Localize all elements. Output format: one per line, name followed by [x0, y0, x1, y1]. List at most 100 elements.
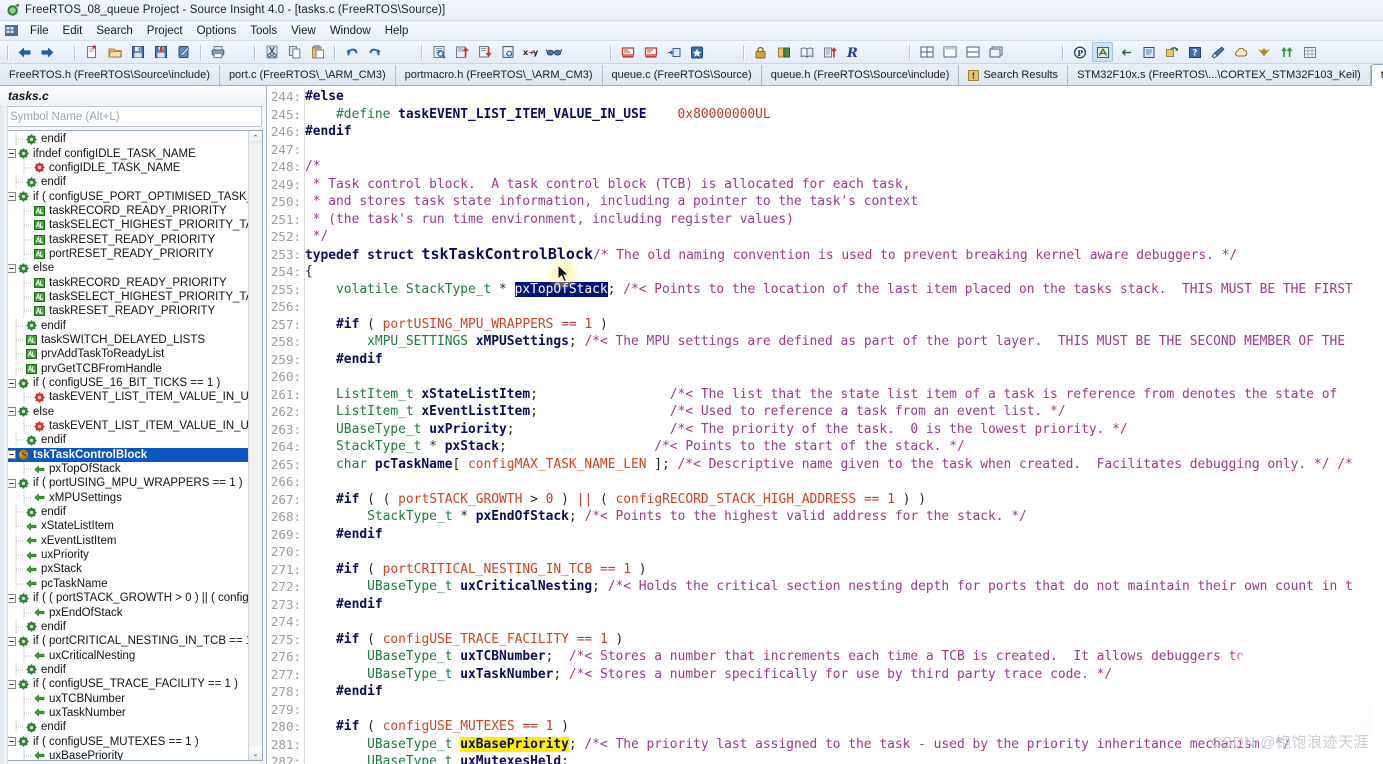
symbol-tree-item[interactable]: endif — [4, 662, 249, 677]
symbol-tree-item[interactable]: endif — [4, 619, 249, 634]
symbol-tree-item[interactable]: uxPriority — [4, 548, 249, 563]
symbol-tree-item[interactable]: if ( configUSE_TRACE_FACILITY == 1 ) — [4, 677, 249, 691]
search-files-button[interactable] — [497, 42, 518, 62]
code-line[interactable] — [305, 543, 1383, 561]
file-tab-search-results[interactable]: ! Search Results — [959, 65, 1069, 85]
menu-item-tools[interactable]: Tools — [243, 24, 284, 38]
code-editor[interactable]: 244: 245: 246: 247: 248: 249: 250: 251: 252: 253:… — [267, 86, 1383, 764]
save-all-button[interactable] — [150, 42, 171, 62]
symbol-tree-item[interactable]: pxStack — [4, 562, 249, 577]
symbol-tree-item[interactable]: pcTaskName — [4, 576, 249, 591]
single-window-button[interactable] — [939, 42, 960, 62]
indent-button[interactable] — [663, 42, 684, 62]
printer-button[interactable] — [207, 42, 228, 62]
copy-button[interactable] — [284, 42, 305, 62]
code-line[interactable]: #if ( portCRITICAL_NESTING_IN_TCB == 1 ) — [305, 561, 1383, 579]
menu-item-edit[interactable]: Edit — [56, 24, 90, 38]
file-tab-stm32f10x-s[interactable]: STM32F10x.s (FreeRTOS\...\CORTEX_STM32F1… — [1068, 65, 1371, 85]
code-line[interactable]: #if ( ( portSTACK_GROWTH > 0 ) || ( conf… — [305, 491, 1383, 509]
code-line[interactable] — [305, 473, 1383, 491]
code-line[interactable]: #endif — [305, 351, 1383, 369]
lock-button[interactable] — [750, 42, 771, 62]
symbol-tree-item-selected[interactable]: StskTaskControlBlock — [4, 447, 249, 462]
search-in-file-button[interactable] — [428, 42, 449, 62]
symbol-tree-item[interactable]: taskRESET_READY_PRIORITY — [4, 304, 249, 319]
code-line[interactable]: #endif — [305, 596, 1383, 614]
code-line[interactable] — [305, 298, 1383, 316]
cloud-button[interactable] — [1230, 42, 1251, 62]
code-line[interactable]: #if ( portUSING_MPU_WRAPPERS == 1 ) — [305, 316, 1383, 334]
symbol-tree-item[interactable]: uxBasePriority — [4, 748, 249, 760]
symbol-tree-item[interactable]: prvAddTaskToReadyList — [4, 347, 249, 362]
context-window-button[interactable] — [1138, 42, 1159, 62]
symbol-tree-item[interactable]: ifndef configIDLE_TASK_NAME — [4, 146, 249, 160]
code-line[interactable]: UBaseType_t uxCriticalNesting; /*< Holds… — [305, 578, 1383, 596]
code-line[interactable]: ListItem_t xStateListItem; /*< The list … — [305, 386, 1383, 404]
menu-item-options[interactable]: Options — [190, 24, 244, 38]
menu-bar[interactable]: File Edit Search Project Options Tools V… — [0, 21, 1383, 41]
table-grid-button[interactable] — [1299, 42, 1320, 62]
code-line[interactable]: char pcTaskName[ configMAX_TASK_NAME_LEN… — [305, 456, 1383, 474]
code-line[interactable]: #if ( configUSE_TRACE_FACILITY == 1 ) — [305, 631, 1383, 649]
symbol-tree-item[interactable]: if ( portUSING_MPU_WRAPPERS == 1 ) — [4, 476, 249, 490]
code-text-area[interactable]: #else #define taskEVENT_LIST_ITEM_VALUE_… — [305, 86, 1383, 764]
code-line[interactable] — [305, 701, 1383, 719]
symbol-tree-item[interactable]: uxCriticalNesting — [4, 648, 249, 663]
project-window-button[interactable]: P — [1069, 42, 1090, 62]
tile-horizontal-button[interactable] — [962, 42, 983, 62]
code-line[interactable]: xMPU_SETTINGS xMPUSettings; /*< The MPU … — [305, 333, 1383, 351]
code-line[interactable]: StackType_t * pxEndOfStack; /*< Points t… — [305, 508, 1383, 526]
code-line[interactable] — [305, 141, 1383, 159]
menu-item-help[interactable]: Help — [378, 24, 416, 38]
save-button[interactable] — [127, 42, 148, 62]
code-line[interactable]: #endif — [305, 123, 1383, 141]
file-tab-strip[interactable]: FreeRTOS.h (FreeRTOS\Source\include) por… — [0, 64, 1383, 86]
symbol-lookup-button[interactable] — [1092, 42, 1113, 62]
symbol-tree-item[interactable]: taskEVENT_LIST_ITEM_VALUE_IN_USE — [4, 419, 249, 434]
code-line[interactable]: UBaseType_t uxMutexesHeld; — [305, 753, 1383, 764]
symbol-tree-item[interactable]: taskRESET_READY_PRIORITY — [4, 232, 249, 247]
compare-green-button[interactable] — [1276, 42, 1297, 62]
file-tab-queue-c[interactable]: queue.c (FreeRTOS\Source) — [603, 65, 762, 85]
code-line[interactable]: typedef struct tskTaskControlBlock/* The… — [305, 245, 1383, 264]
code-line[interactable]: volatile StackType_t * pxTopOfStack; /*<… — [305, 281, 1383, 299]
blue-help-button[interactable]: ? — [1184, 42, 1205, 62]
symbol-tree-item[interactable]: if ( ( portSTACK_GROWTH > 0 ) || ( confi… — [4, 591, 249, 605]
menu-item-project[interactable]: Project — [140, 24, 190, 38]
star-bookmark-button[interactable] — [686, 42, 707, 62]
symbol-tree-item[interactable]: if ( configUSE_16_BIT_TICKS == 1 ) — [4, 376, 249, 390]
tile-grid-button[interactable] — [916, 42, 937, 62]
symbol-tree-item[interactable]: if ( configUSE_MUTEXES == 1 ) — [4, 734, 249, 748]
symbol-tree-item[interactable]: xMPUSettings — [4, 490, 249, 505]
search-down-button[interactable] — [474, 42, 495, 62]
menu-item-search[interactable]: Search — [89, 24, 139, 38]
paste-button[interactable] — [307, 42, 328, 62]
back-jump-button[interactable] — [1161, 42, 1182, 62]
redo-button[interactable] — [364, 42, 385, 62]
code-line[interactable]: /* — [305, 158, 1383, 176]
code-line[interactable] — [305, 613, 1383, 631]
symbol-tree-scrollbar[interactable]: ⌃ ⌄ — [248, 131, 262, 760]
code-line[interactable]: UBaseType_t uxPriority; /*< The priority… — [305, 421, 1383, 439]
symbol-tree-item[interactable]: pxTopOfStack — [4, 462, 249, 477]
code-line[interactable]: * Task control block. A task control blo… — [305, 176, 1383, 194]
code-line[interactable]: ListItem_t xEventListItem; /*< Used to r… — [305, 403, 1383, 421]
red-marker-clear-button[interactable] — [640, 42, 661, 62]
file-tab-freertos-h[interactable]: FreeRTOS.h (FreeRTOS\Source\include) — [0, 65, 220, 85]
symbol-tree-item[interactable]: xEventListItem — [4, 533, 249, 548]
search-up-button[interactable] — [451, 42, 472, 62]
menu-item-view[interactable]: View — [284, 24, 323, 38]
symbol-window-button[interactable] — [773, 42, 794, 62]
cascade-windows-button[interactable] — [985, 42, 1006, 62]
open-book-button[interactable] — [796, 42, 817, 62]
symbol-tree-item[interactable]: taskRECORD_READY_PRIORITY — [4, 203, 249, 218]
symbol-tree-item[interactable]: taskEVENT_LIST_ITEM_VALUE_IN_USE — [4, 390, 249, 405]
symbol-search-input[interactable]: Symbol Name (Alt+L) — [4, 106, 262, 127]
symbol-tree-item[interactable]: endif — [4, 505, 249, 520]
symbol-tree-item[interactable]: if ( configUSE_PORT_OPTIMISED_TASK_SELEC… — [4, 189, 249, 203]
code-line[interactable]: #endif — [305, 526, 1383, 544]
symbol-tree-item[interactable]: endif — [4, 175, 249, 190]
file-tab-tasks-c[interactable]: tasks.c (FreeRTOS\Source) ✕ — [1370, 64, 1383, 86]
file-tab-portmacro-h[interactable]: portmacro.h (FreeRTOS\_\ARM_CM3) — [396, 65, 603, 85]
symbol-tree-item[interactable]: endif — [4, 433, 249, 448]
